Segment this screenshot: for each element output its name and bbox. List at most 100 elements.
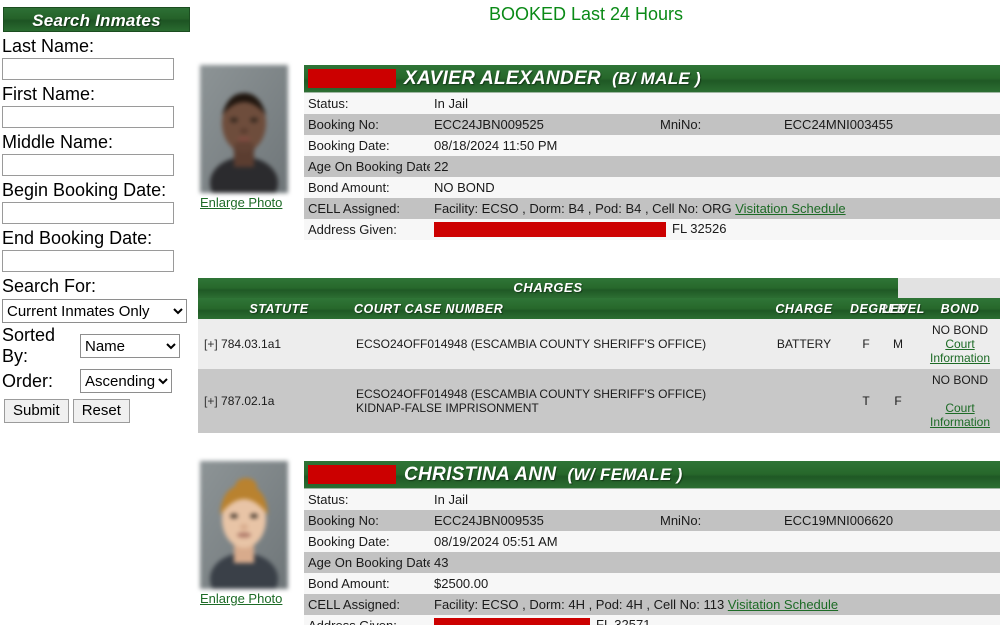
spacer-cell [656,489,780,510]
last-name-label: Last Name: [2,36,95,56]
mni-no-value: ECC24MNI003455 [780,114,1000,135]
status-label: Status: [304,93,430,114]
charge-court-case-number: ECSO24OFF014948 (ESCAMBIA COUNTY SHERIFF… [354,319,758,369]
expand-charge-toggle[interactable]: [+] [204,337,218,351]
page-title: BOOKED Last 24 Hours [488,4,684,24]
first-name-label: First Name: [2,84,96,104]
order-label: Order: [2,370,54,391]
bond-amount-value: NO BOND [430,177,1000,198]
mni-no-label: MniNo: [656,510,780,531]
begin-booking-date-label: Begin Booking Date: [2,180,167,200]
booking-date-label: Booking Date: [304,135,430,156]
address-given-label: Address Given: [304,615,430,625]
charge-row: [+] 787.02.1a ECSO24OFF014948 (ESCAMBIA C… [198,369,1000,433]
charges-column-header: BOND [914,298,1000,319]
spacer-cell [656,135,780,156]
reset-button[interactable]: Reset [72,399,130,423]
inmate-header-bar: CHRISTINA ANN (W/ FEMALE ) [304,461,1000,489]
age-label: Age On Booking Date: [304,552,430,573]
spacer-cell [780,531,1000,552]
detail-row: CELL Assigned: Facility: ECSO , Dorm: B4 … [304,198,1000,219]
booking-date-label: Booking Date: [304,531,430,552]
charges-header-row: STATUTE COURT CASE NUMBER CHARGE DEGREE LEVE… [198,298,1000,319]
charge-description: BATTERY [758,319,850,369]
address-given-value: FL 32571 [430,615,1000,625]
detail-row: Address Given: FL 32526 [304,219,1000,240]
cell-assigned-value: Facility: ECSO , Dorm: B4 , Pod: B4 , Ce… [430,198,1000,219]
main-content: BOOKED Last 24 Hours Enlarge Photo XAVIER… [196,0,1000,625]
court-information-link[interactable]: Court Information [916,401,1000,429]
address-redaction-bar [434,617,590,625]
visitation-schedule-link[interactable]: Visitation Schedule [735,201,845,216]
address-zip: FL 32526 [672,221,727,237]
mugshot-photo[interactable] [200,461,288,589]
last-name-group: Last Name: [0,32,196,80]
first-name-group: First Name: [0,80,196,128]
detail-row: Bond Amount: NO BOND [304,177,1000,198]
charges-title-filler [898,278,1000,298]
bond-amount-label: Bond Amount: [304,573,430,594]
address-given-value: FL 32526 [430,219,1000,240]
search-for-group: Search For: Current Inmates Only [0,272,196,323]
expand-charge-toggle[interactable]: [+] [204,394,218,408]
mni-no-value: ECC19MNI006620 [780,510,1000,531]
charges-table: STATUTE COURT CASE NUMBER CHARGE DEGREE LEVE… [198,298,1000,433]
name-redaction-bar [308,465,396,484]
cell-assigned-value: Facility: ECSO , Dorm: 4H , Pod: 4H , Ce… [430,594,1000,615]
charge-description [758,369,850,433]
enlarge-photo-link[interactable]: Enlarge Photo [200,591,296,606]
inmate-detail-table: Status: In Jail Booking No: ECC24JBN009535 M… [304,489,1000,625]
end-booking-date-label: End Booking Date: [2,228,153,248]
charges-title: CHARGES [198,278,898,298]
charges-section: CHARGES STATUTE COURT CASE NUMBER CHARGE DEG… [198,278,1000,433]
detail-row: Age On Booking Date: 43 [304,552,1000,573]
detail-row: Status: In Jail [304,93,1000,114]
inmate-detail-table: Status: In Jail Booking No: ECC24JBN009525 M… [304,93,1000,240]
sorted-by-select[interactable]: Name [80,334,180,358]
court-information-link[interactable]: Court Information [916,337,1000,365]
middle-name-group: Middle Name: [0,128,196,176]
cell-assigned-label: CELL Assigned: [304,594,430,615]
mugshot-photo[interactable] [200,65,288,193]
inmate-gender-race: (B/ MALE ) [612,69,702,88]
sorted-by-group: Sorted By: Name [2,325,196,367]
detail-row: Booking Date: 08/19/2024 05:51 AM [304,531,1000,552]
first-name-input[interactable] [2,106,174,128]
enlarge-photo-link[interactable]: Enlarge Photo [200,195,296,210]
charges-column-header: STATUTE [198,298,354,319]
submit-button[interactable]: Submit [4,399,69,423]
mugshot-column: Enlarge Photo [200,65,296,210]
end-booking-date-input[interactable] [2,250,174,272]
charge-statute: [+] 787.02.1a [198,369,354,433]
begin-booking-date-input[interactable] [2,202,174,224]
middle-name-input[interactable] [2,154,174,176]
booking-date-value: 08/18/2024 11:50 PM [430,135,656,156]
order-group: Order: Ascending [2,369,196,393]
charge-bond: NO BOND Court Information [914,369,1000,433]
cell-assigned-label: CELL Assigned: [304,198,430,219]
spacer-cell [780,135,1000,156]
detail-row: Address Given: FL 32571 [304,615,1000,625]
end-booking-date-group: End Booking Date: [0,224,196,272]
begin-booking-date-group: Begin Booking Date: [0,176,196,224]
last-name-input[interactable] [2,58,174,80]
age-value: 22 [430,156,1000,177]
detail-row: Booking No: ECC24JBN009525 MniNo: ECC24MNI0… [304,114,1000,135]
booking-no-value: ECC24JBN009525 [430,114,656,135]
inmate-gender-race: (W/ FEMALE ) [567,465,683,484]
search-inmates-header: Search Inmates [3,7,190,32]
charges-column-header: COURT CASE NUMBER [354,298,758,319]
mni-no-label: MniNo: [656,114,780,135]
form-buttons: Submit Reset [4,399,196,423]
visitation-schedule-link[interactable]: Visitation Schedule [728,597,838,612]
charge-row: [+] 784.03.1a1 ECSO24OFF014948 (ESCAMBIA … [198,319,1000,369]
search-sidebar: Search Inmates Last Name: First Name: Mi… [0,0,196,625]
booking-date-value: 08/19/2024 05:51 AM [430,531,656,552]
detail-row: Age On Booking Date: 22 [304,156,1000,177]
booking-no-label: Booking No: [304,510,430,531]
search-for-select[interactable]: Current Inmates Only [2,299,187,323]
name-redaction-bar [308,69,396,88]
page-root: Search Inmates Last Name: First Name: Mi… [0,0,1000,625]
status-label: Status: [304,489,430,510]
order-select[interactable]: Ascending [80,369,172,393]
